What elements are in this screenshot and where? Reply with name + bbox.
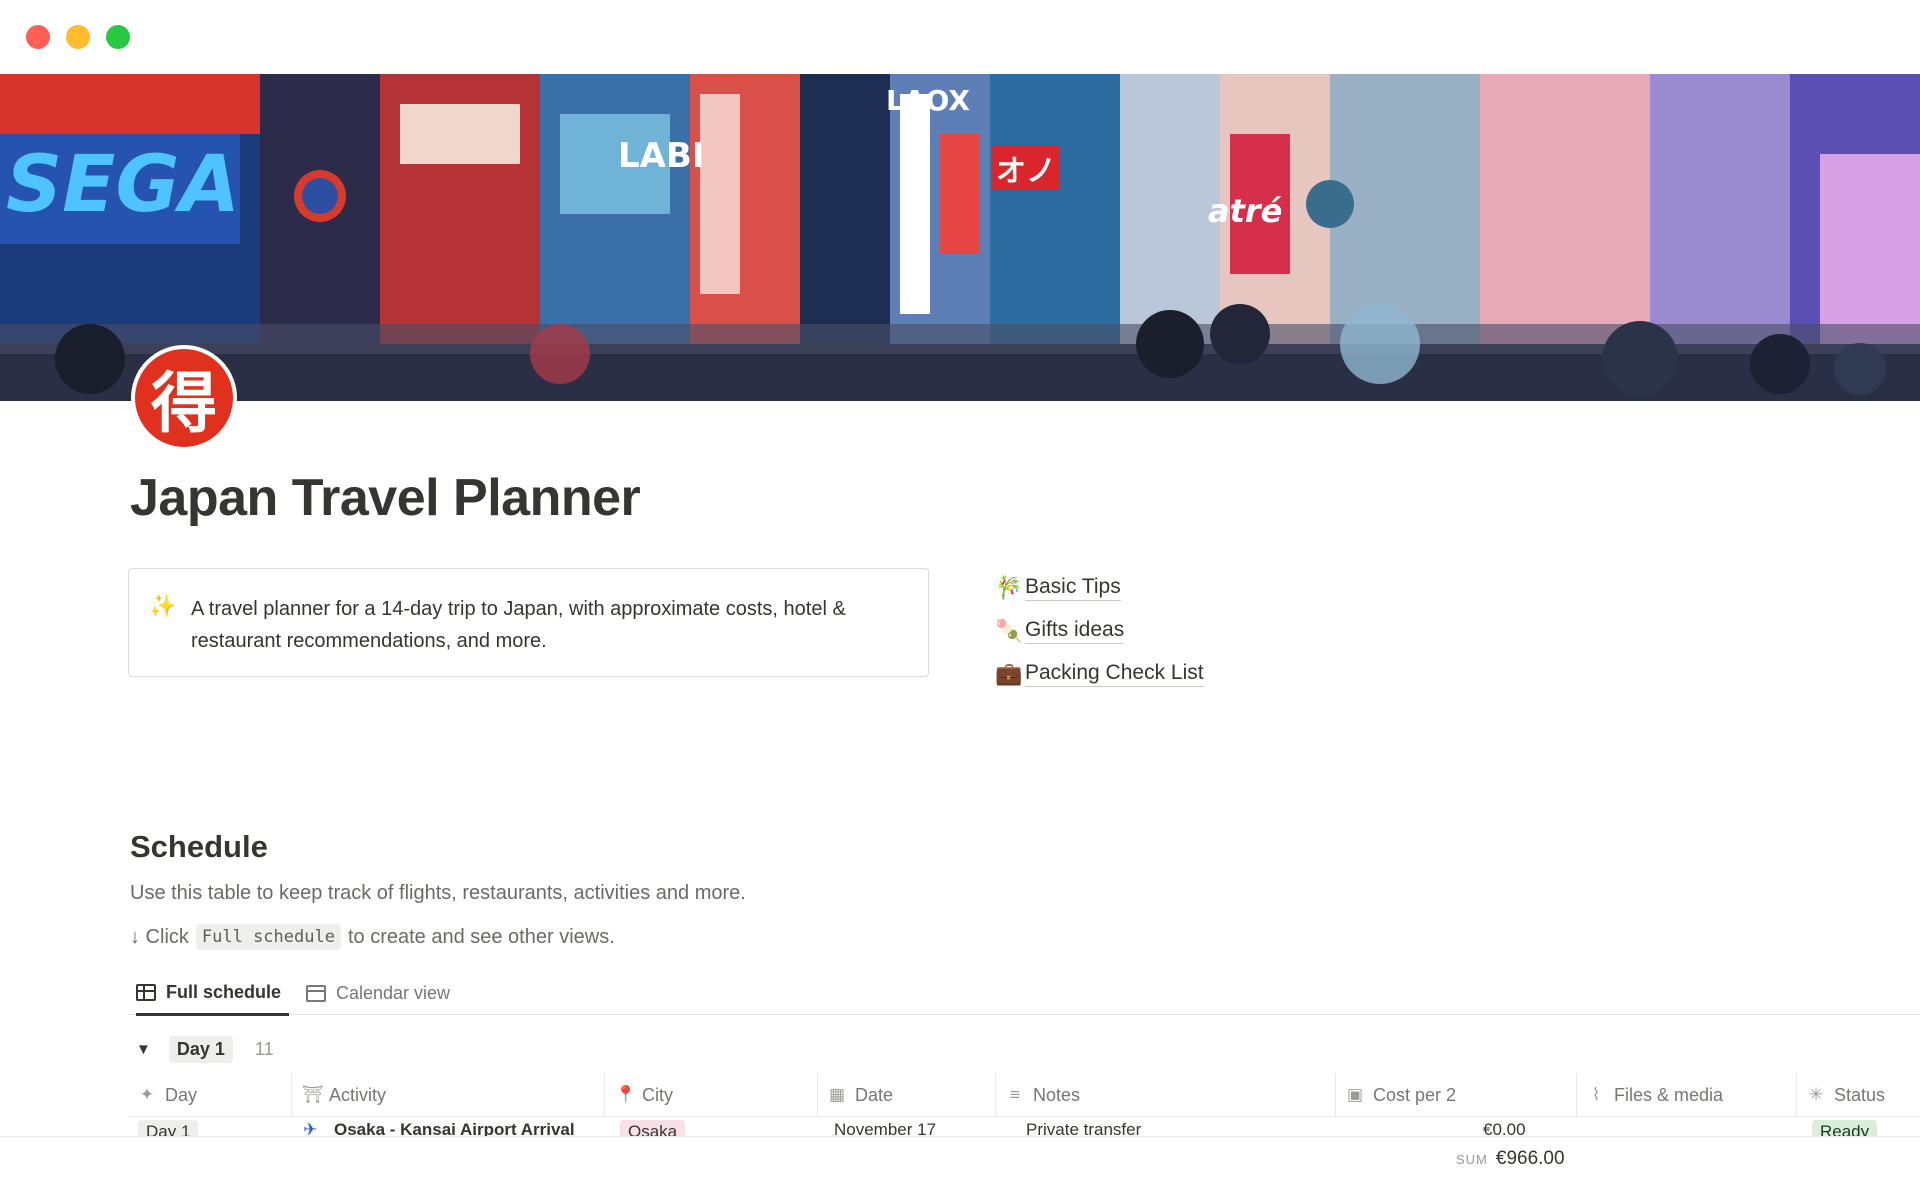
link-basic-tips[interactable]: 🎋 Basic Tips (995, 566, 1204, 609)
cover-street-scene (0, 74, 1920, 401)
column-label: Notes (1033, 1084, 1081, 1105)
column-city[interactable]: 📍 City (605, 1073, 818, 1117)
column-label: Status (1834, 1084, 1886, 1105)
cover-sign-laox: LAOX (886, 84, 970, 117)
pin-icon: 📍 (615, 1085, 637, 1104)
tab-label: Calendar view (336, 983, 451, 1003)
link-label[interactable]: Packing Check List (1025, 660, 1204, 687)
column-label: Activity (329, 1084, 387, 1105)
column-day[interactable]: ✦ Day (128, 1073, 292, 1117)
page-icon[interactable]: 得 (131, 345, 237, 451)
close-window-button[interactable] (26, 25, 50, 49)
money-icon: ▣ (1346, 1085, 1364, 1104)
hint-prefix: ↓ Click (130, 925, 189, 948)
cost-sum[interactable]: SUM €966.00 (1456, 1148, 1565, 1170)
hint-code: Full schedule (195, 924, 341, 950)
table-footer (0, 1136, 1920, 1200)
tab-full-schedule[interactable]: Full schedule (136, 972, 290, 1016)
sum-value: €966.00 (1495, 1148, 1565, 1169)
link-label[interactable]: Gifts ideas (1025, 617, 1125, 644)
description-callout: ✨ A travel planner for a 14-day trip to … (128, 568, 929, 677)
callout-text[interactable]: A travel planner for a 14-day trip to Ja… (191, 593, 911, 657)
paperclip-icon: ⌇ (1591, 1085, 1601, 1104)
status-spinner-icon: ✳ (1808, 1085, 1824, 1104)
link-gifts-ideas[interactable]: 🍡 Gifts ideas (995, 609, 1204, 652)
column-label: Cost per 2 (1373, 1084, 1457, 1105)
cover-sign-sega: SEGA (6, 140, 240, 230)
cover-sign-atre: atré (1208, 192, 1283, 230)
column-label: Date (855, 1084, 894, 1105)
maximize-window-button[interactable] (106, 25, 130, 49)
hint-suffix: to create and see other views. (347, 925, 615, 948)
schedule-heading[interactable]: Schedule (130, 829, 268, 865)
sum-label: SUM (1456, 1152, 1488, 1167)
minimize-window-button[interactable] (66, 25, 90, 49)
column-label: Day (165, 1084, 198, 1105)
schedule-hint: ↓ Click Full schedule to create and see … (130, 924, 615, 950)
caret-down-icon[interactable]: ▼ (136, 1041, 151, 1058)
table-header: ✦ Day ⛩ Activity 📍 City ▦ Date ≡ Notes ▣… (128, 1073, 1920, 1117)
group-count: 11 (254, 1038, 274, 1059)
column-cost[interactable]: ▣ Cost per 2 (1336, 1073, 1577, 1117)
calendar-icon (306, 985, 326, 1002)
column-activity[interactable]: ⛩ Activity (292, 1073, 605, 1117)
column-notes[interactable]: ≡ Notes (996, 1073, 1336, 1117)
column-status[interactable]: ✳ Status (1797, 1073, 1920, 1117)
column-files[interactable]: ⌇ Files & media (1577, 1073, 1797, 1117)
link-label[interactable]: Basic Tips (1025, 574, 1121, 601)
page-links: 🎋 Basic Tips 🍡 Gifts ideas 💼 Packing Che… (995, 566, 1204, 695)
table-row[interactable]: Day 1 ✈ Osaka - Kansai Airport Arrival O… (128, 1118, 1920, 1138)
schedule-description[interactable]: Use this table to keep track of flights,… (130, 882, 746, 905)
column-date[interactable]: ▦ Date (818, 1073, 996, 1117)
briefcase-icon: 💼 (995, 660, 1023, 686)
window-titlebar (0, 0, 1920, 74)
calendar-icon: ▦ (828, 1085, 846, 1104)
column-label: City (642, 1084, 673, 1105)
text-lines-icon: ≡ (1010, 1085, 1020, 1104)
cover-sign-ono: オノ (992, 146, 1060, 190)
tab-label: Full schedule (166, 982, 282, 1002)
cover-image[interactable]: SEGA LAOX LABI オノ atré (0, 74, 1920, 401)
page-title[interactable]: Japan Travel Planner (130, 468, 641, 528)
dango-icon: 🍡 (995, 617, 1023, 643)
bamboo-icon: 🎋 (995, 574, 1023, 600)
table-icon (136, 984, 156, 1001)
tab-calendar-view[interactable]: Calendar view (306, 972, 450, 1015)
link-packing-check-list[interactable]: 💼 Packing Check List (995, 652, 1204, 695)
group-label: Day 1 (168, 1035, 233, 1063)
sparkle-icon: ✦ (139, 1085, 155, 1104)
database-view-tabs: Full schedule Calendar view (128, 972, 1920, 1016)
torii-icon: ⛩ (302, 1085, 324, 1104)
column-label: Files & media (1614, 1084, 1724, 1105)
sparkles-icon: ✨ (149, 593, 177, 618)
cover-sign-labi: LABI (618, 136, 705, 176)
group-header-day-1[interactable]: ▼ Day 1 11 (136, 1034, 274, 1064)
